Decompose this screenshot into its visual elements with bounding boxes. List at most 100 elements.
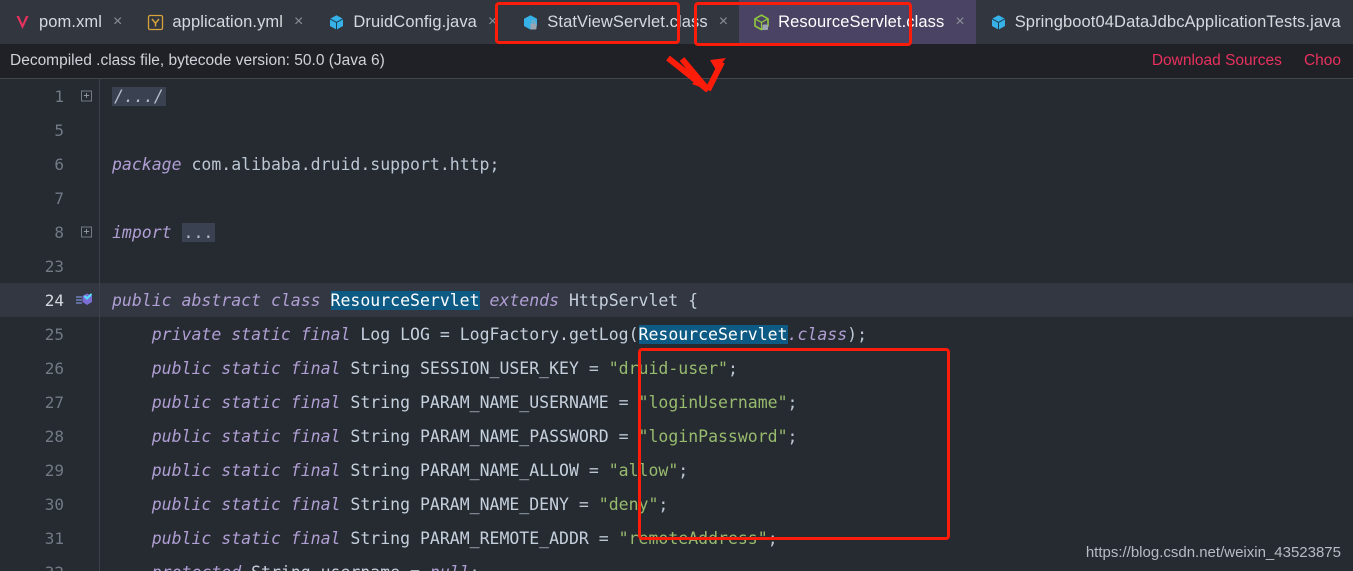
- tab-druidconfig-java[interactable]: DruidConfig.java ×: [314, 0, 508, 44]
- tab-application-yml[interactable]: application.yml ×: [133, 0, 314, 44]
- code-line-28: public static final String PARAM_NAME_PA…: [100, 419, 1353, 453]
- gutter-row: 25: [0, 317, 100, 351]
- superclass-name: HttpServlet {: [568, 290, 699, 310]
- code-text: ;: [787, 392, 798, 412]
- tab-close-icon[interactable]: ×: [488, 14, 497, 30]
- code-line-1: /.../: [100, 79, 1353, 113]
- code-line-27: public static final String PARAM_NAME_US…: [100, 385, 1353, 419]
- tab-label: pom.xml: [39, 12, 103, 31]
- code-line-30: public static final String PARAM_NAME_DE…: [100, 487, 1353, 521]
- code-content[interactable]: /.../ package com.alibaba.druid.support.…: [100, 79, 1353, 571]
- tab-close-icon[interactable]: ×: [113, 14, 122, 30]
- package-path: com.alibaba.druid.support.http;: [181, 154, 500, 174]
- log-field-decl: Log LOG = LogFactory.getLog(: [360, 324, 639, 344]
- code-line-24: public abstract class ResourceServlet ex…: [100, 283, 1353, 317]
- code-text: );: [847, 324, 868, 344]
- field-modifiers: public static final: [112, 392, 351, 412]
- string-literal: "remoteAddress": [618, 528, 768, 548]
- abstract-class-icon: [752, 13, 771, 32]
- notification-actions: Download Sources Choo: [1152, 52, 1341, 70]
- gutter-row: 26: [0, 351, 100, 385]
- fold-toggle-icon[interactable]: +: [81, 90, 92, 102]
- gutter-row: 7: [0, 181, 100, 215]
- tab-statviewservlet-class[interactable]: StatViewServlet.class ×: [508, 0, 739, 44]
- choose-sources-link[interactable]: Choo: [1304, 52, 1341, 70]
- assign-operator: =: [578, 460, 609, 480]
- download-sources-link[interactable]: Download Sources: [1152, 52, 1282, 70]
- null-literal: null: [430, 563, 470, 571]
- field-name: username: [321, 563, 400, 571]
- line-number: 6: [54, 154, 64, 174]
- maven-icon: [13, 13, 32, 32]
- code-line-29: public static final String PARAM_NAME_AL…: [100, 453, 1353, 487]
- java-class-icon: [327, 13, 346, 32]
- string-literal: "loginUsername": [638, 392, 788, 412]
- tab-close-icon[interactable]: ×: [955, 14, 964, 30]
- tab-label: StatViewServlet.class: [547, 12, 708, 31]
- field-name: PARAM_NAME_DENY: [419, 494, 569, 514]
- code-text: ;: [727, 358, 738, 378]
- line-number: 31: [44, 528, 64, 548]
- field-type: String: [350, 358, 420, 378]
- field-name: PARAM_NAME_ALLOW: [419, 460, 579, 480]
- fold-toggle-icon[interactable]: +: [81, 226, 92, 238]
- gutter-row: 30: [0, 487, 100, 521]
- class-literal: .class: [787, 324, 848, 344]
- field-modifiers: protected: [112, 563, 251, 571]
- string-literal: "druid-user": [608, 358, 728, 378]
- keyword-package: package: [112, 154, 182, 174]
- line-number: 27: [44, 392, 64, 412]
- gutter-row: 31: [0, 521, 100, 555]
- editor-gutter[interactable]: 1 + 5 6 7 8 + 23 24 25 26 27 28 29 30 31: [0, 79, 100, 571]
- tab-label: Springboot04DataJdbcApplicationTests.jav…: [1014, 12, 1341, 31]
- field-type: String: [350, 460, 420, 480]
- editor-tab-bar: pom.xml × application.yml × DruidConfig.…: [0, 0, 1353, 44]
- code-editor[interactable]: 1 + 5 6 7 8 + 23 24 25 26 27 28 29 30 31…: [0, 79, 1353, 571]
- folded-comment[interactable]: /.../: [112, 86, 166, 106]
- assign-operator: =: [578, 358, 609, 378]
- line-number: 7: [54, 188, 64, 208]
- keyword-import: import: [112, 222, 172, 242]
- field-modifiers: public static final: [112, 426, 351, 446]
- tab-label: application.yml: [172, 12, 284, 31]
- keyword-extends: extends: [479, 290, 569, 310]
- field-modifiers: public static final: [112, 358, 351, 378]
- assign-operator: =: [608, 426, 639, 446]
- field-name: PARAM_NAME_USERNAME: [419, 392, 609, 412]
- field-name: SESSION_USER_KEY: [419, 358, 579, 378]
- watermark-url: https://blog.csdn.net/weixin_43523875: [1085, 544, 1341, 561]
- field-type: String: [350, 528, 420, 548]
- line-number: 30: [44, 494, 64, 514]
- tab-close-icon[interactable]: ×: [719, 14, 728, 30]
- folded-imports[interactable]: ...: [181, 222, 216, 242]
- tab-springboot04datajdbcapplicationtests-java[interactable]: Springboot04DataJdbcApplicationTests.jav…: [976, 0, 1353, 44]
- gutter-row: 28: [0, 419, 100, 453]
- line-number: 5: [54, 120, 64, 140]
- tab-close-icon[interactable]: ×: [294, 14, 303, 30]
- class-declaration-modifiers: public abstract class: [112, 290, 331, 310]
- field-name: PARAM_NAME_PASSWORD: [419, 426, 609, 446]
- gutter-row: 8 +: [0, 215, 100, 249]
- gutter-row: 32: [0, 555, 100, 571]
- code-line-6: package com.alibaba.druid.support.http;: [100, 147, 1353, 181]
- class-name-highlighted: ResourceServlet: [330, 290, 480, 310]
- line-number: 28: [44, 426, 64, 446]
- code-text: ;: [678, 460, 689, 480]
- line-number: 23: [44, 256, 64, 276]
- code-text: ;: [767, 528, 778, 548]
- line-number: 32: [0, 563, 68, 571]
- field-type: String: [350, 494, 420, 514]
- field-type: String: [251, 563, 321, 571]
- assign-operator: =: [608, 392, 639, 412]
- field-modifiers: public static final: [112, 528, 351, 548]
- implemented-class-icon[interactable]: [68, 290, 100, 310]
- string-literal: "deny": [598, 494, 659, 514]
- field-type: String: [350, 426, 420, 446]
- tab-label: DruidConfig.java: [353, 12, 477, 31]
- tab-pom-xml[interactable]: pom.xml ×: [0, 0, 133, 44]
- java-class-icon: [989, 13, 1008, 32]
- tab-resourceservlet-class[interactable]: ResourceServlet.class ×: [739, 0, 976, 44]
